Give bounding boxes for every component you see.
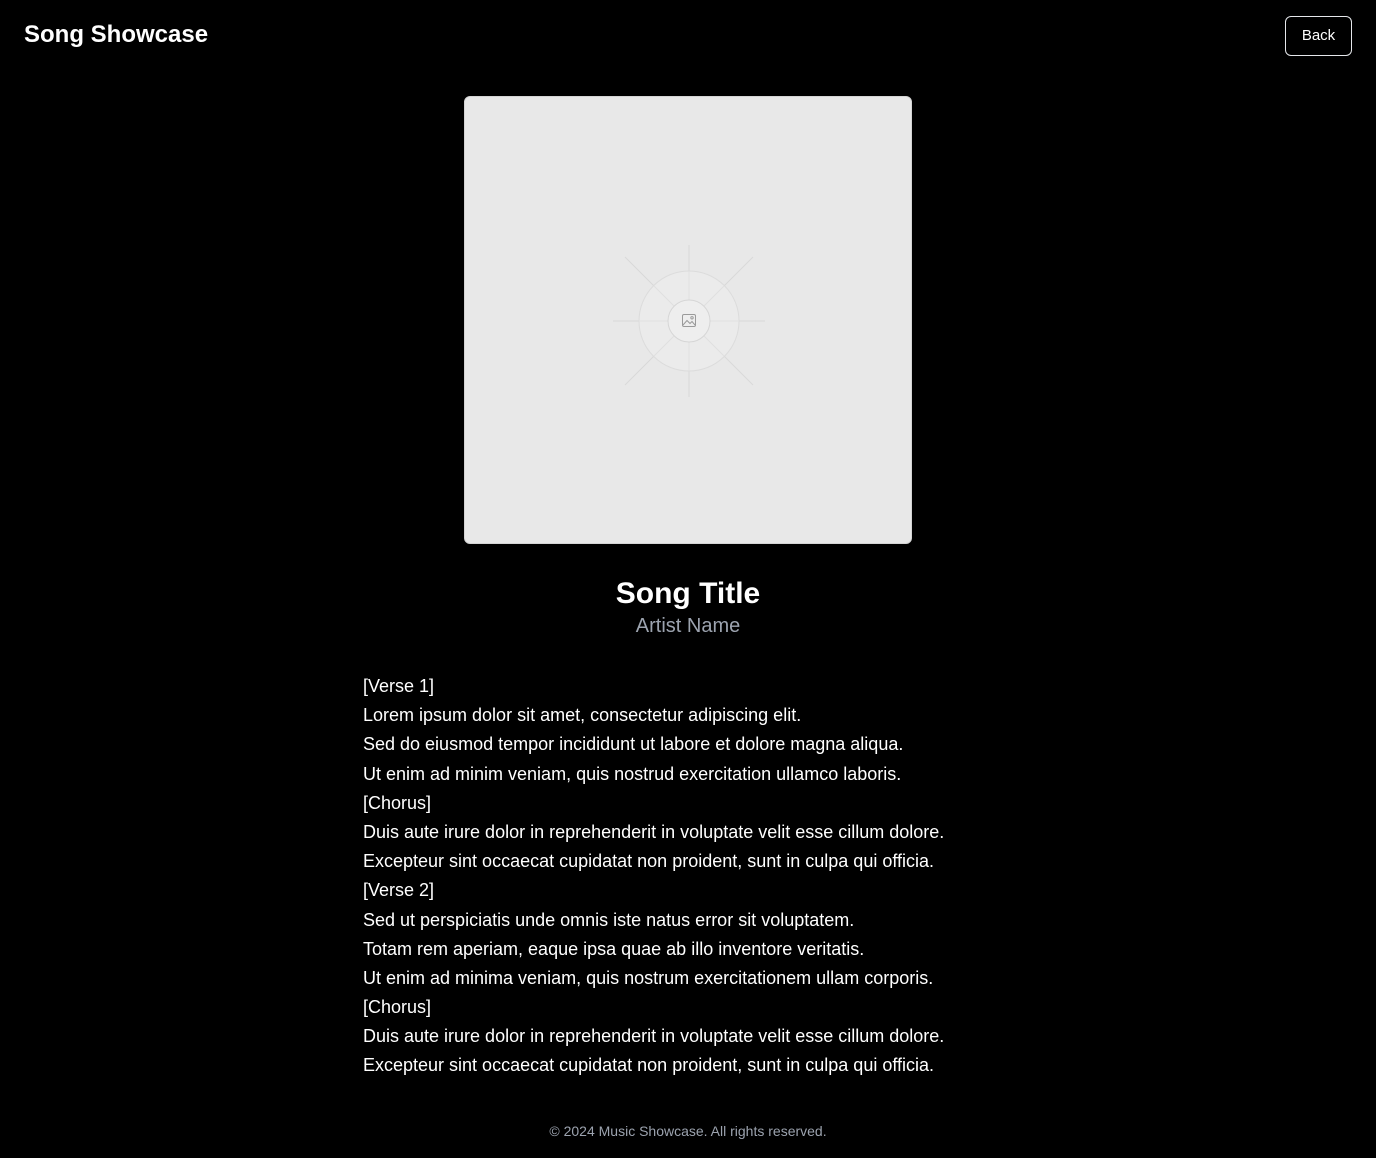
image-placeholder-icon [613,245,765,397]
app-title: Song Showcase [24,21,209,48]
lyrics-section-label-verse-1: [Verse 1] [363,676,435,696]
lyric-line: Duis aute irure dolor in reprehenderit i… [363,821,945,842]
lyric-line: Sed ut perspiciatis unde omnis iste natu… [363,909,855,930]
artist-name: Artist Name [635,615,741,637]
lyric-line: Lorem ipsum dolor sit amet, consectetur … [363,705,802,726]
lyric-line: Sed do eiusmod tempor incididunt ut labo… [363,734,904,755]
footer-copyright: © 2024 Music Showcase. All rights reserv… [549,1123,827,1139]
album-cover-placeholder [464,96,912,544]
lyrics: [Verse 1] Lorem ipsum dolor sit amet, co… [363,672,1023,1081]
back-button[interactable]: Back [1285,16,1352,56]
app-header: Song Showcase Back [0,0,1376,72]
lyric-line: Totam rem aperiam, eaque ipsa quae ab il… [363,938,865,959]
lyrics-section-label-verse-2: [Verse 2] [363,880,435,901]
lyric-line: Excepteur sint occaecat cupidatat non pr… [363,1055,935,1076]
lyric-line: Duis aute irure dolor in reprehenderit i… [363,1026,945,1047]
song-title: Song Title [615,577,761,610]
lyric-line: Excepteur sint occaecat cupidatat non pr… [363,851,935,872]
lyric-line: Ut enim ad minim veniam, quis nostrud ex… [363,763,902,784]
lyrics-section-label-chorus: [Chorus] [363,792,432,813]
lyrics-section-label-chorus: [Chorus] [363,997,432,1018]
lyric-line: Ut enim ad minima veniam, quis nostrum e… [363,967,934,988]
